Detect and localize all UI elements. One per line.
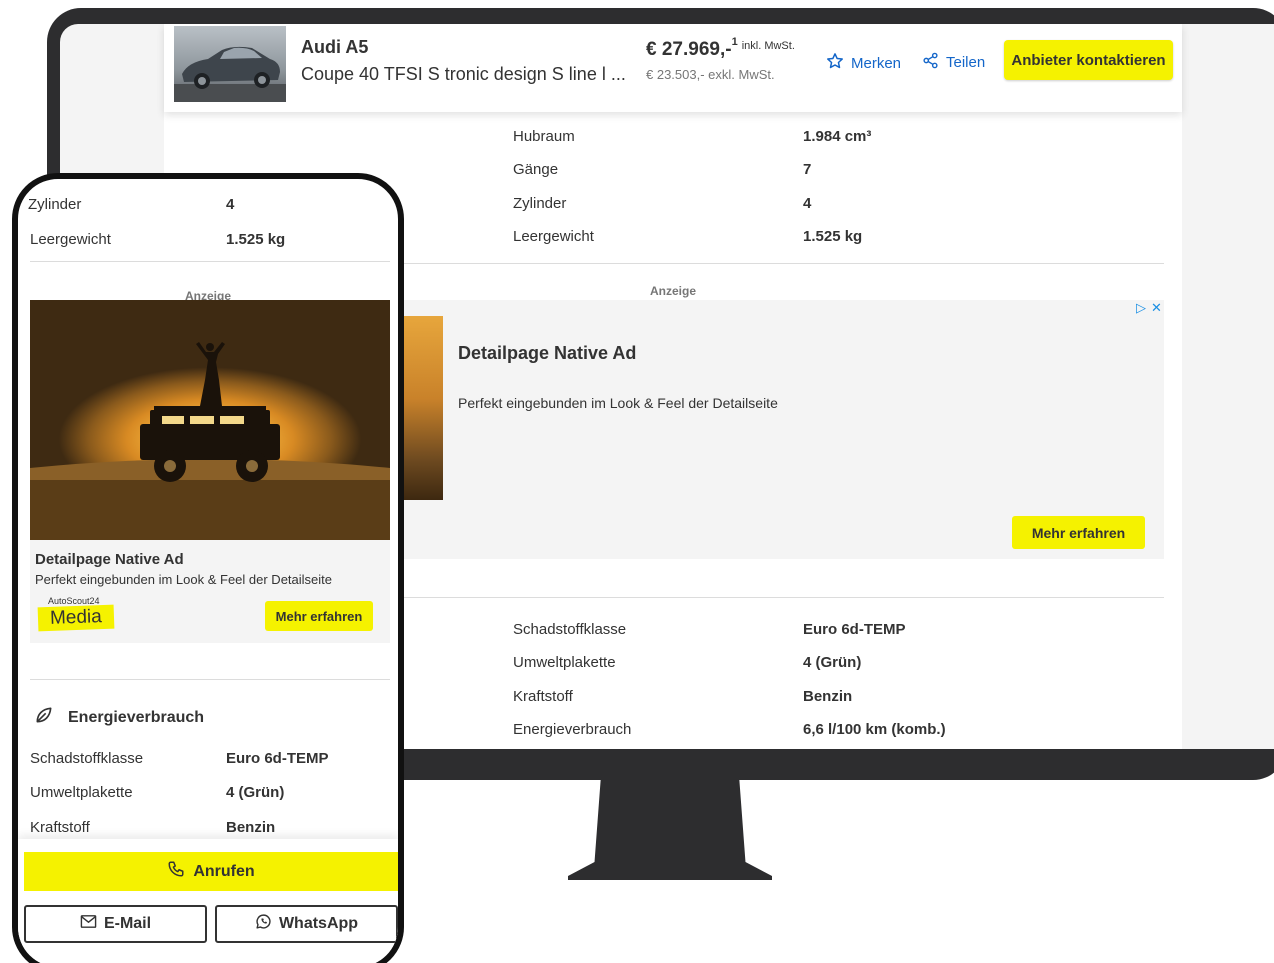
spec-label: Hubraum	[513, 128, 575, 145]
spec-row: Zylinder 4	[513, 195, 1163, 217]
listing-subtitle: Coupe 40 TFSI S tronic design S line l .…	[301, 64, 626, 84]
share-button[interactable]: Teilen	[922, 52, 985, 73]
listing-sticky-header: Audi A5 Coupe 40 TFSI S tronic design S …	[164, 24, 1182, 112]
mail-icon	[80, 914, 97, 934]
spec-row: Gänge 7	[513, 161, 1163, 183]
spec-value: Euro 6d-TEMP	[803, 621, 906, 638]
ad-text: Perfekt eingebunden im Look & Feel der D…	[458, 395, 778, 411]
ad-title[interactable]: Detailpage Native Ad	[458, 343, 636, 364]
spec-value: 6,6 l/100 km (komb.)	[803, 721, 946, 738]
spec-value: 4	[803, 195, 812, 212]
adchoices-play-icon[interactable]: ▷	[1136, 300, 1146, 316]
price-footnote[interactable]: 1	[732, 36, 738, 48]
mobile-action-bar: Anrufen E-Mail WhatsApp	[18, 839, 398, 963]
spec-row: Leergewicht 1.525 kg	[30, 231, 390, 251]
spec-row: Leergewicht 1.525 kg	[513, 228, 1163, 250]
adchoices[interactable]: ▷ ✕	[1136, 300, 1162, 316]
energy-section-header: Energieverbrauch	[34, 705, 204, 730]
spec-value: Benzin	[803, 688, 853, 705]
spec-row: Energieverbrauch 6,6 l/100 km (komb.)	[513, 721, 1163, 743]
ad-cta-button[interactable]: Mehr erfahren	[265, 601, 373, 631]
spec-value: Euro 6d-TEMP	[226, 750, 329, 767]
spec-label: Umweltplakette	[513, 654, 616, 671]
section-title: Energieverbrauch	[68, 708, 205, 726]
spec-value: 1.525 kg	[226, 231, 286, 248]
spec-row: Umweltplakette 4 (Grün)	[513, 654, 1163, 676]
whatsapp-label: WhatsApp	[278, 915, 359, 932]
close-icon[interactable]: ✕	[1151, 300, 1162, 316]
spec-value: 4	[226, 196, 235, 213]
mobile-detail-page: Zylinder 4 Leergewicht 1.525 kg Anzeige	[18, 179, 398, 963]
price-tax-note: inkl. MwSt.	[741, 40, 795, 52]
save-label: Merken	[851, 54, 902, 72]
spec-label: Schadstoffklasse	[30, 750, 144, 767]
leaf-icon	[34, 705, 54, 730]
ad-text: Perfekt eingebunden im Look & Feel der D…	[35, 572, 333, 587]
spec-row: Hubraum 1.984 cm³	[513, 128, 1163, 150]
price-value: € 27.969,-	[646, 39, 732, 60]
section-divider	[30, 261, 390, 262]
spec-label: Schadstoffklasse	[513, 621, 627, 638]
call-label: Anrufen	[193, 862, 255, 880]
email-label: E-Mail	[103, 915, 152, 932]
spec-label: Zylinder	[513, 195, 567, 212]
spec-value: 4 (Grün)	[803, 654, 862, 671]
ad-image[interactable]	[30, 300, 390, 540]
listing-title: Audi A5	[301, 37, 369, 57]
save-button[interactable]: Merken	[826, 52, 901, 74]
spec-label: Leergewicht	[513, 228, 594, 245]
spec-label: Umweltplakette	[30, 784, 133, 801]
phone-icon	[167, 860, 185, 883]
listing-price: € 27.969,-1 inkl. MwSt.	[646, 36, 795, 61]
spec-row: Umweltplakette 4 (Grün)	[30, 784, 390, 804]
spec-label: Leergewicht	[30, 231, 111, 248]
spec-label: Energieverbrauch	[513, 721, 632, 738]
contact-seller-button[interactable]: Anbieter kontaktieren	[1004, 40, 1173, 80]
listing-price-net: € 23.503,- exkl. MwSt.	[646, 67, 775, 82]
share-icon	[922, 52, 939, 73]
whatsapp-button[interactable]: WhatsApp	[215, 905, 398, 943]
brand-logo-media: Media	[37, 604, 115, 632]
spec-label: Kraftstoff	[513, 688, 573, 705]
spec-label: Kraftstoff	[30, 819, 90, 836]
native-ad[interactable]: Detailpage Native Ad Perfekt eingebunden…	[30, 300, 390, 643]
spec-value: 1.525 kg	[803, 228, 863, 245]
spec-row: Schadstoffklasse Euro 6d-TEMP	[513, 621, 1163, 643]
desktop-monitor-stand	[568, 780, 772, 880]
share-label: Teilen	[946, 54, 986, 71]
ad-title[interactable]: Detailpage Native Ad	[35, 551, 184, 568]
spec-value: 1.984 cm³	[803, 128, 872, 145]
ad-label: Anzeige	[650, 284, 697, 298]
spec-value: Benzin	[226, 819, 276, 836]
whatsapp-icon	[255, 913, 272, 935]
spec-row: Kraftstoff Benzin	[513, 688, 1163, 710]
mobile-phone-frame: Zylinder 4 Leergewicht 1.525 kg Anzeige	[12, 173, 404, 963]
spec-value: 4 (Grün)	[226, 784, 285, 801]
call-button[interactable]: Anrufen	[24, 852, 398, 891]
star-icon	[826, 52, 844, 74]
spec-row: Zylinder 4	[28, 196, 392, 216]
spec-label: Zylinder	[28, 196, 82, 213]
ad-cta-button[interactable]: Mehr erfahren	[1012, 516, 1145, 549]
spec-value: 7	[803, 161, 812, 178]
section-divider	[30, 679, 390, 680]
email-button[interactable]: E-Mail	[24, 905, 207, 943]
car-thumbnail[interactable]	[174, 26, 286, 102]
spec-row: Kraftstoff Benzin	[30, 819, 390, 839]
spec-row: Schadstoffklasse Euro 6d-TEMP	[30, 750, 390, 770]
spec-label: Gänge	[513, 161, 559, 178]
